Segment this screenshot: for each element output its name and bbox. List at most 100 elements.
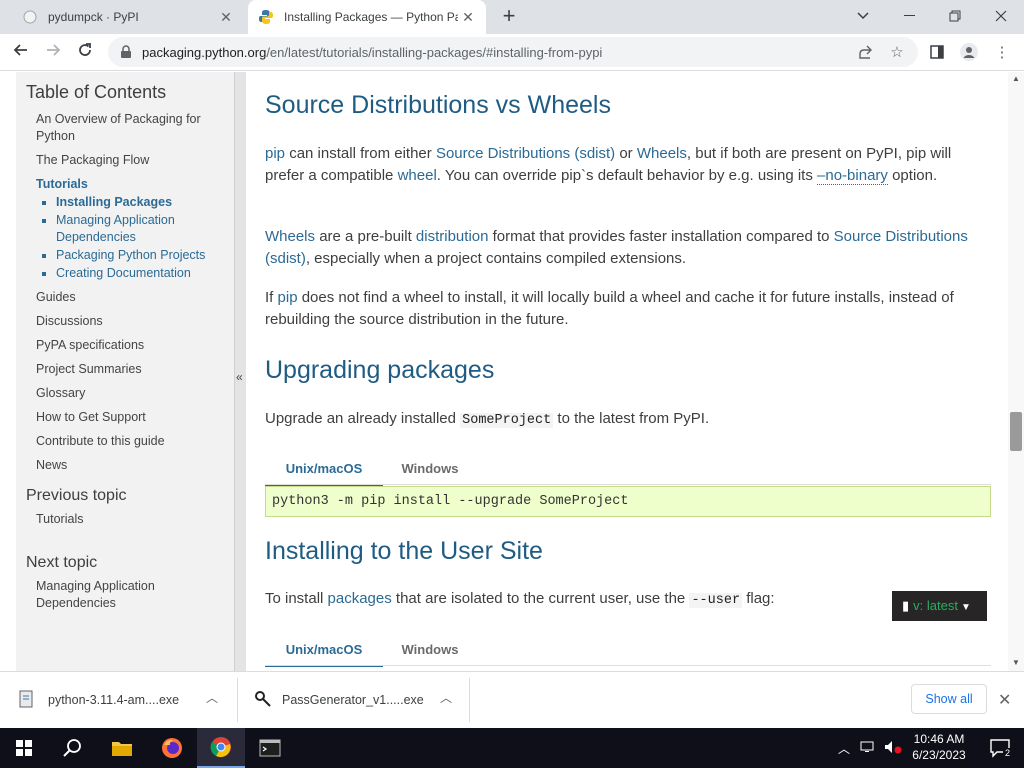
sidebar-collapse-handle[interactable]: « [234,72,246,671]
lock-icon[interactable] [120,45,132,64]
bookmark-star-icon[interactable]: ☆ [888,43,906,61]
taskbar-clock[interactable]: 10:46 AM 6/23/2023 [906,731,972,763]
link-no-binary[interactable]: –no-binary [817,167,888,185]
share-icon[interactable] [856,43,874,61]
download-filename: python-3.11.4-am....exe [48,693,180,707]
toc-link[interactable]: Project Summaries [36,362,142,376]
search-icon[interactable] [48,728,96,768]
start-button[interactable] [0,728,48,768]
tab-search-chevron-icon[interactable] [840,0,886,32]
toc-link[interactable]: Guides [36,290,76,304]
download-item-passgenerator[interactable]: PassGenerator_v1.....exe [254,672,454,728]
link-distribution[interactable]: distribution [416,228,489,245]
download-item-python[interactable]: python-3.11.4-am....exe [18,672,228,728]
forward-button[interactable] [42,42,64,64]
show-hidden-icons-chevron[interactable]: ︿ [838,740,850,757]
os-tabs-user-site: Unix/macOS Windows [265,639,991,667]
show-all-button[interactable]: Show all [911,684,987,714]
close-downloads-icon[interactable]: ✕ [998,690,1011,710]
version-selector[interactable]: ▮ v: latest ▼ [892,591,987,621]
toc-heading: Table of Contents [26,82,167,102]
restore-button[interactable] [932,0,978,32]
toc-sub-managing-dependencies[interactable]: Managing Application Dependencies [56,212,234,246]
toc-link[interactable]: How to Get Support [36,410,146,424]
chevron-up-icon[interactable]: ︿ [204,690,220,706]
toc-item-guides[interactable]: Guides [36,289,234,306]
close-tab-icon[interactable]: ✕ [218,9,234,25]
tab-windows[interactable]: Windows [383,458,477,486]
scroll-up-arrow-icon[interactable]: ▲ [1012,74,1020,83]
vertical-scrollbar[interactable]: ▲ ▼ [1008,72,1024,671]
toc-item-glossary[interactable]: Glossary [36,385,234,402]
paragraph-upgrade: Upgrade an already installed SomeProject… [265,408,991,432]
toc-sub-installing-packages[interactable]: Installing Packages [56,194,234,211]
toc-item-packaging-flow[interactable]: The Packaging Flow [36,152,234,169]
link-packages[interactable]: packages [328,590,392,607]
heading-source-vs-wheels[interactable]: Source Distributions vs Wheels [265,90,611,120]
close-tab-icon[interactable]: ✕ [460,9,476,25]
minimize-button[interactable] [886,0,932,32]
tab-pydumpck[interactable]: pydumpck · PyPI ✕ [8,0,244,34]
toc-item-news[interactable]: News [36,457,234,474]
heading-upgrading-packages[interactable]: Upgrading packages [265,355,494,385]
text: If [265,289,278,306]
firefox-icon[interactable] [148,728,196,768]
address-bar[interactable]: packaging.python.org/en/latest/tutorials… [108,37,918,67]
tab-strip: pydumpck · PyPI ✕ Installing Packages — … [0,0,1024,34]
toc-sub-packaging-projects[interactable]: Packaging Python Projects [56,247,234,264]
toc-link[interactable]: Glossary [36,386,85,400]
chrome-icon[interactable] [197,728,245,768]
link-pip[interactable]: pip [265,145,285,162]
toc-link[interactable]: An Overview of Packaging for Python [36,112,201,143]
tab-title: Installing Packages — Python Pac [284,10,458,24]
back-button[interactable] [10,42,32,64]
scroll-down-arrow-icon[interactable]: ▼ [1012,658,1020,667]
reload-button[interactable] [74,42,96,64]
toc-link[interactable]: Contribute to this guide [36,434,165,448]
toc-link[interactable]: The Packaging Flow [36,153,149,167]
toc-item-tutorials[interactable]: Tutorials Installing Packages Managing A… [36,176,234,282]
file-explorer-icon[interactable] [98,728,146,768]
toc-item-support[interactable]: How to Get Support [36,409,234,426]
toc-item-project-summaries[interactable]: Project Summaries [36,361,234,378]
tab-unix-macos[interactable]: Unix/macOS [265,458,383,486]
toc-link[interactable]: Tutorials [36,177,88,191]
version-label: v: latest [913,598,958,613]
link-wheels[interactable]: Wheels [265,228,315,245]
profile-avatar-icon[interactable] [960,43,978,61]
close-window-button[interactable] [978,0,1024,32]
link-sdist[interactable]: Source Distributions (sdist) [436,145,615,162]
toc-item-overview[interactable]: An Overview of Packaging for Python [36,111,234,145]
side-panel-icon[interactable] [928,43,946,61]
chevron-up-icon[interactable]: ︿ [438,690,454,706]
toc-link[interactable]: PyPA specifications [36,338,144,352]
next-topic-link[interactable]: Managing Application Dependencies [26,578,176,612]
tab-unix-macos[interactable]: Unix/macOS [265,639,383,667]
tab-installing-packages[interactable]: Installing Packages — Python Pac ✕ [248,0,486,34]
download-divider [469,678,470,722]
scrollbar-thumb[interactable] [1010,412,1022,451]
url-text[interactable]: packaging.python.org/en/latest/tutorials… [142,45,602,60]
network-icon[interactable] [860,741,876,756]
previous-topic-link[interactable]: Tutorials [26,511,234,528]
code-block-upgrade[interactable]: python3 -m pip install --upgrade SomePro… [265,486,991,517]
link-pip[interactable]: pip [278,289,298,306]
paragraph-user-site: To install packages that are isolated to… [265,588,991,612]
notification-center-icon[interactable]: 2 [976,728,1024,768]
terminal-icon[interactable] [246,728,294,768]
toc-sub-creating-docs[interactable]: Creating Documentation [56,265,234,282]
toc-link[interactable]: News [36,458,67,472]
link-wheel[interactable]: wheel [398,167,437,184]
kebab-menu-icon[interactable]: ⋮ [993,43,1011,61]
next-topic-heading: Next topic [26,554,98,571]
volume-muted-icon[interactable] [884,740,902,757]
link-wheels[interactable]: Wheels [637,145,687,162]
tab-windows[interactable]: Windows [383,639,477,667]
toc-link[interactable]: Discussions [36,314,103,328]
toc-item-discussions[interactable]: Discussions [36,313,234,330]
toc-item-specifications[interactable]: PyPA specifications [36,337,234,354]
heading-user-site[interactable]: Installing to the User Site [265,536,543,566]
pypi-favicon-icon [22,9,38,25]
new-tab-button[interactable]: + [498,5,520,28]
toc-item-contribute[interactable]: Contribute to this guide [36,433,234,450]
